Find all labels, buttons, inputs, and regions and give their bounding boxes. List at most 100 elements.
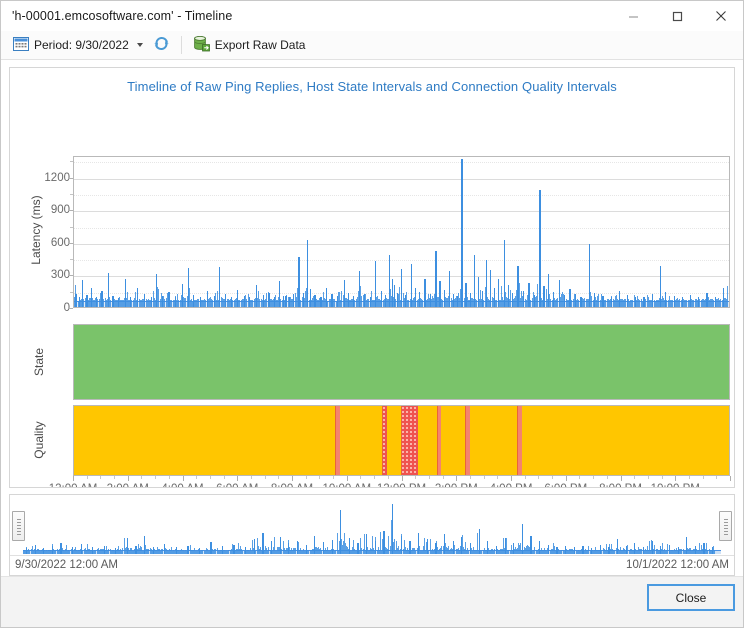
navigator-peak [530, 536, 531, 555]
close-button[interactable]: Close [648, 585, 734, 610]
minimize-icon[interactable] [611, 1, 655, 31]
latency-peak [274, 297, 275, 307]
chevron-down-icon[interactable] [137, 43, 143, 47]
refresh-button[interactable] [148, 34, 175, 57]
x-tick-label: 6:00 PM [544, 483, 587, 488]
latency-peak [453, 294, 454, 307]
navigator-peak [104, 546, 105, 555]
x-tick-minor [114, 476, 115, 479]
quality-interval[interactable] [441, 406, 466, 475]
latency-peak [564, 295, 565, 307]
latency-peak [182, 284, 183, 307]
quality-interval[interactable] [387, 406, 401, 475]
maximize-icon[interactable] [655, 1, 699, 31]
navigator-peak [608, 547, 609, 554]
navigator-handle-right[interactable] [719, 511, 732, 541]
quality-interval[interactable] [470, 406, 518, 475]
latency-peak [494, 288, 495, 308]
latency-peak [156, 274, 157, 307]
latency-peak [101, 291, 102, 307]
latency-peak [293, 294, 294, 307]
navigator-peak [340, 510, 341, 554]
quality-band[interactable] [73, 405, 730, 476]
export-raw-data-button[interactable]: Export Raw Data [188, 34, 311, 57]
latency-peak [723, 288, 724, 308]
gridline [74, 179, 729, 180]
navigator-peak [332, 540, 333, 554]
navigator-handle-left[interactable] [12, 511, 25, 541]
navigator-peak [487, 541, 488, 554]
latency-peak [108, 273, 109, 307]
latency-peak [162, 296, 163, 307]
navigator-peak [366, 534, 367, 554]
x-tick-mark [73, 476, 74, 481]
x-tick-minor [470, 476, 471, 479]
navigator-peak [26, 548, 27, 554]
x-tick-label: 2:00 AM [107, 483, 149, 488]
navigator-peak [323, 542, 324, 554]
period-selector[interactable]: Period: 9/30/2022 [8, 34, 148, 57]
x-tick-minor [525, 476, 526, 479]
y-tick-label: 0 [12, 302, 70, 314]
x-tick-minor [224, 476, 225, 479]
navigator-peak [35, 545, 36, 554]
state-band[interactable] [73, 324, 730, 400]
navigator-peak [574, 547, 575, 554]
latency-peak [461, 159, 462, 307]
latency-peak [401, 269, 402, 307]
navigator-peak [233, 545, 234, 554]
y-tick-label: 300 [12, 269, 70, 281]
close-icon[interactable] [699, 1, 743, 31]
x-tick-label: 6:00 AM [216, 483, 258, 488]
navigator-peak [565, 546, 566, 555]
toolbar-separator [181, 36, 182, 54]
x-tick-minor [552, 476, 553, 479]
latency-peak [449, 271, 450, 307]
navigator-peak [176, 547, 177, 554]
navigator-peak [383, 531, 384, 555]
navigator-peak [453, 541, 454, 555]
latency-peak [627, 295, 628, 307]
time-axis: 12:00 AM2:00 AM4:00 AM6:00 AM8:00 AM10:0… [73, 476, 730, 488]
state-interval[interactable] [74, 325, 730, 399]
x-tick-minor [141, 476, 142, 479]
y-tick-mark [68, 308, 73, 309]
timeline-window: 'h-00001.emcosoftware.com' - Timeline [0, 0, 744, 628]
period-label: Period: 9/30/2022 [34, 38, 129, 52]
x-tick-minor [210, 476, 211, 479]
x-tick-label: 12:00 PM [377, 483, 426, 488]
latency-peak [381, 291, 382, 307]
quality-interval[interactable] [74, 406, 335, 475]
latency-peak [314, 295, 315, 307]
title-bar: 'h-00001.emcosoftware.com' - Timeline [1, 1, 743, 31]
x-tick-minor [607, 476, 608, 479]
x-tick-minor [593, 476, 594, 479]
y-tick-label: 900 [12, 204, 70, 216]
latency-peak [652, 294, 653, 307]
navigator-peak [52, 546, 53, 554]
x-tick-minor [648, 476, 649, 479]
latency-peak [575, 294, 576, 307]
latency-peak [200, 297, 201, 307]
timeline-navigator[interactable]: 9/30/2022 12:00 AM 10/1/2022 12:00 AM [9, 494, 735, 576]
x-tick-mark [402, 476, 403, 481]
latency-peak [244, 296, 245, 307]
x-tick-label: 2:00 PM [435, 483, 478, 488]
latency-peak [125, 279, 126, 307]
latency-peak [237, 290, 238, 307]
window-controls [611, 1, 743, 31]
latency-peak [435, 251, 436, 308]
quality-boundary [335, 406, 336, 475]
latency-peak [307, 240, 308, 307]
navigator-peak [81, 544, 82, 554]
gridline-minor [74, 260, 729, 261]
navigator-peak [496, 546, 497, 555]
quality-interval[interactable] [418, 406, 437, 475]
quality-interval[interactable] [522, 406, 730, 475]
latency-plot[interactable] [73, 156, 730, 308]
latency-peak [512, 293, 513, 307]
latency-peak [320, 297, 321, 307]
quality-interval[interactable] [340, 406, 382, 475]
quality-interval[interactable] [401, 406, 417, 475]
navigator-sample [714, 550, 715, 554]
